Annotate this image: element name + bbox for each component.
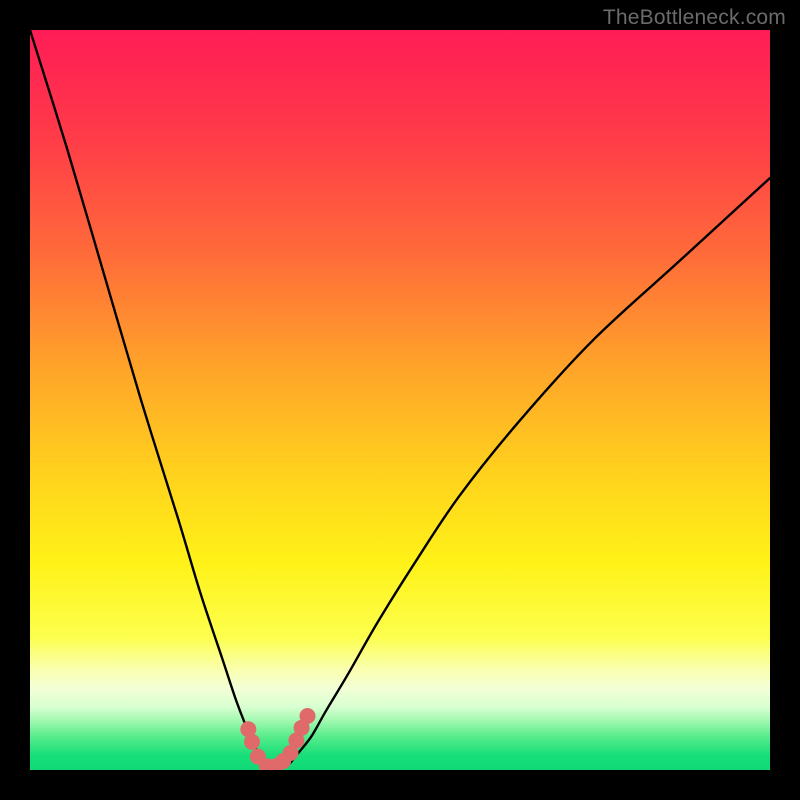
chart-frame: TheBottleneck.com bbox=[0, 0, 800, 800]
curve-layer bbox=[30, 30, 770, 770]
highlight-dots bbox=[240, 708, 315, 770]
plot-area bbox=[30, 30, 770, 770]
highlight-dot bbox=[244, 734, 260, 750]
bottleneck-curve bbox=[30, 30, 770, 768]
highlight-dot bbox=[300, 708, 316, 724]
watermark-text: TheBottleneck.com bbox=[603, 6, 786, 30]
